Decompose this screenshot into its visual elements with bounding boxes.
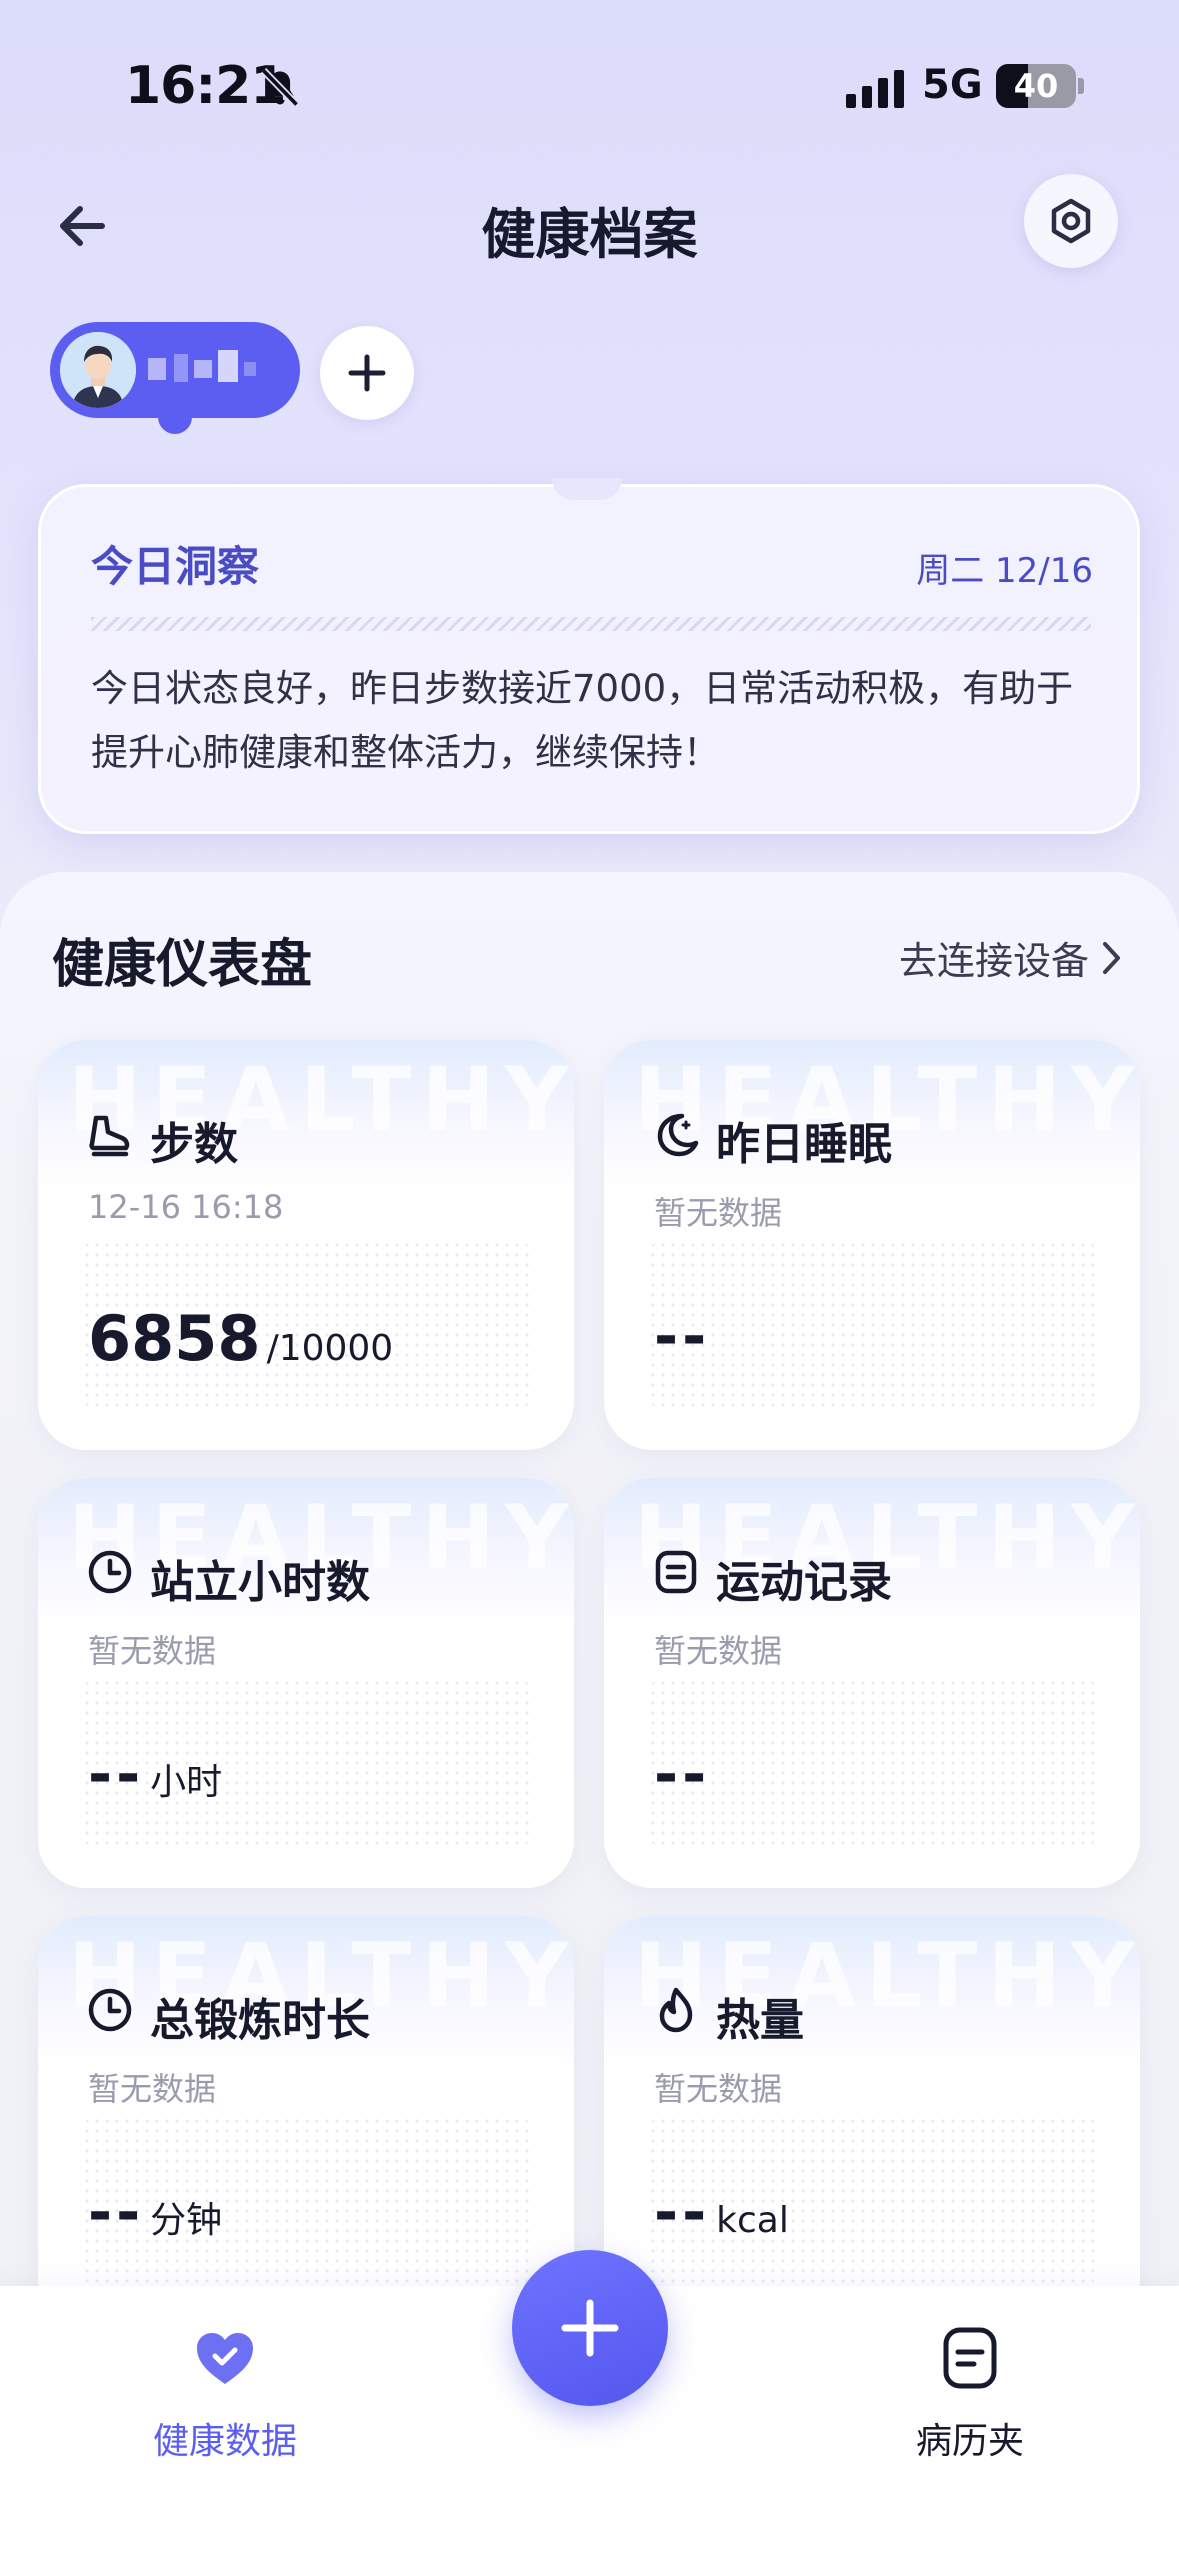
tab-health-data[interactable]: 健康数据 — [105, 2322, 345, 2464]
connect-device-link[interactable]: 去连接设备 — [899, 930, 1123, 985]
insight-date: 周二 12/16 — [916, 551, 1093, 591]
add-record-button[interactable] — [512, 2250, 668, 2406]
standing-hours-card[interactable]: HEALTHY 站立小时数 暂无数据 -- 小时 — [38, 1478, 574, 1888]
flame-icon — [659, 1987, 693, 2033]
sleep-card[interactable]: HEALTHY 昨日睡眠 暂无数据 -- — [604, 1040, 1140, 1450]
status-bar: 16:21 5G 40 — [0, 0, 1179, 160]
exercise-duration-card[interactable]: HEALTHY 总锻炼时长 暂无数据 -- 分钟 — [38, 1916, 574, 2326]
plus-icon — [561, 2299, 619, 2357]
workout-records-card[interactable]: HEALTHY 运动记录 暂无数据 -- — [604, 1478, 1140, 1888]
bell-off-icon — [260, 68, 300, 108]
card-watermark: HEALTHY — [68, 1048, 574, 1151]
card-value: 6858 /10000 — [88, 1302, 393, 1375]
connect-device-label: 去连接设备 — [898, 939, 1089, 983]
insight-notch — [552, 478, 622, 500]
clock-icon — [88, 1550, 132, 1594]
card-value: -- kcal — [654, 2178, 789, 2246]
folder-doc-icon — [943, 2327, 997, 2389]
calories-unit: kcal — [716, 2200, 789, 2241]
steps-goal: /10000 — [266, 1328, 394, 1369]
shoe-icon — [89, 1115, 130, 1157]
cellular-signal-icon — [846, 68, 904, 108]
settings-icon — [1051, 198, 1091, 244]
card-title: 总锻炼时长 — [150, 1995, 370, 2046]
card-value: -- — [654, 1302, 710, 1370]
insight-text: 今日状态良好，昨日步数接近7000，日常活动积极，有助于提升心肺健康和整体活力，… — [91, 667, 1074, 774]
chevron-right-icon — [1103, 941, 1120, 974]
tab-label: 病历夹 — [915, 2421, 1024, 2462]
add-profile-button[interactable] — [320, 326, 414, 420]
card-watermark: HEALTHY — [634, 1924, 1140, 2027]
card-value: -- 分钟 — [88, 2178, 222, 2246]
insight-divider — [91, 617, 1091, 631]
card-subtitle: 暂无数据 — [88, 1632, 217, 1670]
moon-icon — [657, 1113, 699, 1157]
card-value: -- — [654, 1740, 710, 1808]
card-subtitle: 12-16 16:18 — [88, 1188, 284, 1226]
profile-name-blurred — [148, 350, 278, 390]
card-value: -- 小时 — [88, 1740, 222, 1808]
battery-tip — [1078, 78, 1084, 94]
page-title: 健康档案 — [481, 203, 698, 266]
battery-level: 40 — [1013, 67, 1059, 105]
standing-unit: 小时 — [150, 1762, 223, 1803]
profile-chip[interactable] — [50, 322, 300, 418]
card-title: 热量 — [716, 1995, 804, 2046]
sleep-value: -- — [654, 1302, 711, 1370]
steps-card[interactable]: HEALTHY 步数 12-16 16:18 6858 /10000 — [38, 1040, 574, 1450]
tab-medical-records[interactable]: 病历夹 — [850, 2322, 1090, 2464]
card-title: 运动记录 — [716, 1557, 892, 1608]
plus-icon — [348, 354, 386, 392]
calories-value: -- — [654, 2178, 711, 2246]
list-icon — [655, 1550, 697, 1594]
insight-card: 今日洞察 周二 12/16 今日状态良好，昨日步数接近7000，日常活动积极，有… — [38, 484, 1140, 834]
battery-icon: 40 — [996, 64, 1076, 108]
clock-icon — [88, 1988, 132, 2032]
card-title: 昨日睡眠 — [716, 1119, 892, 1170]
insight-title: 今日洞察 — [91, 542, 260, 591]
tab-label: 健康数据 — [152, 2421, 297, 2462]
steps-value: 6858 — [88, 1302, 261, 1375]
standing-value: -- — [88, 1740, 145, 1808]
card-subtitle: 暂无数据 — [654, 1194, 783, 1232]
card-subtitle: 暂无数据 — [654, 2070, 783, 2108]
card-title: 步数 — [150, 1119, 238, 1170]
calories-card[interactable]: HEALTHY 热量 暂无数据 -- kcal — [604, 1916, 1140, 2326]
heart-icon — [197, 2333, 253, 2384]
avatar — [60, 332, 136, 408]
workout-value: -- — [654, 1740, 711, 1808]
exercise-unit: 分钟 — [150, 2200, 223, 2241]
card-title: 站立小时数 — [150, 1557, 370, 1608]
exercise-value: -- — [88, 2178, 145, 2246]
dashboard-title: 健康仪表盘 — [52, 935, 313, 995]
network-type: 5G — [922, 62, 983, 108]
card-subtitle: 暂无数据 — [88, 2070, 217, 2108]
card-subtitle: 暂无数据 — [654, 1632, 783, 1670]
settings-button[interactable] — [1024, 174, 1118, 268]
